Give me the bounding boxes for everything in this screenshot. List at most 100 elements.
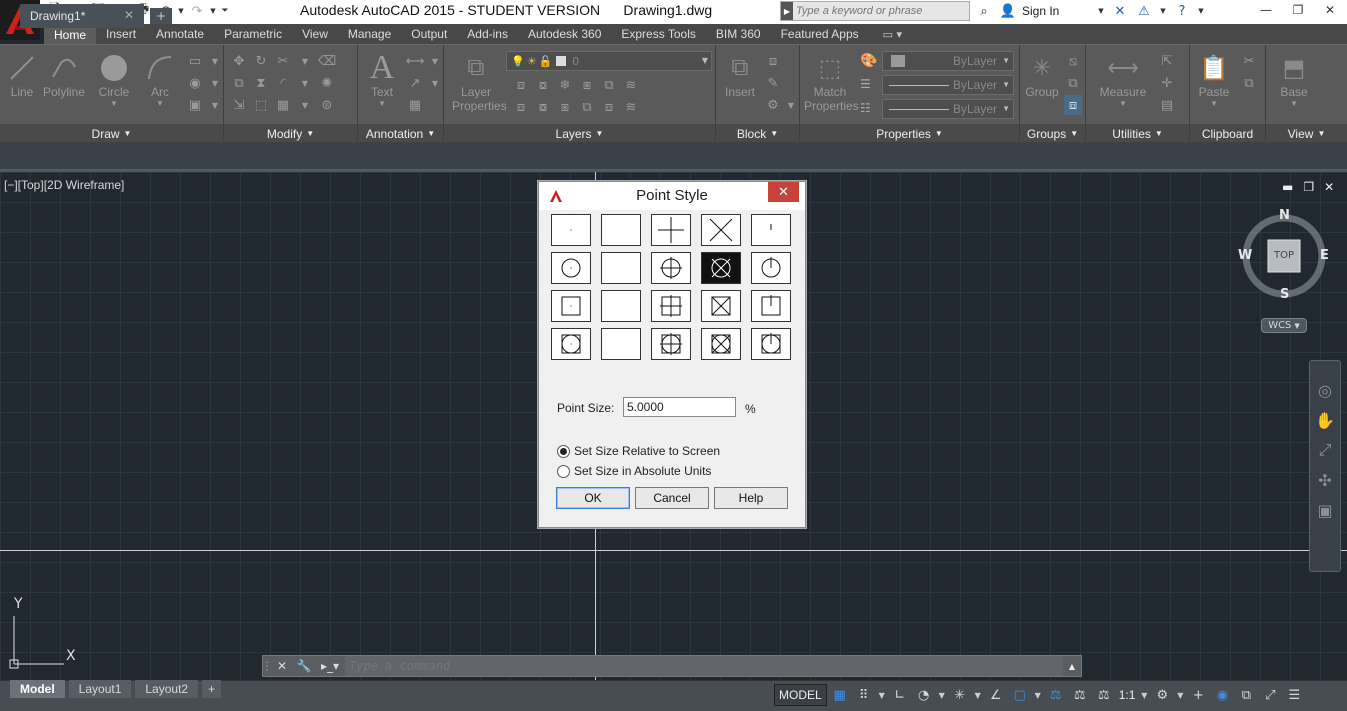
search-expand-icon[interactable]: ▶ xyxy=(781,2,793,20)
clipboard-panel-label[interactable]: Clipboard xyxy=(1190,124,1265,143)
layer-dropdown[interactable]: 💡 ☀ 🔓 0 ▼ xyxy=(506,51,712,71)
array-dropdown-icon[interactable]: ▼ xyxy=(296,95,314,115)
view-panel-label[interactable]: View ▼ xyxy=(1266,124,1347,143)
clean-screen-icon[interactable]: ⤢ xyxy=(1259,684,1281,706)
annotation-visibility-icon[interactable]: ⚖ xyxy=(1045,684,1067,706)
close-icon[interactable]: ✕ xyxy=(1314,0,1346,20)
point-style-plus[interactable] xyxy=(651,214,691,246)
polar-tracking-icon[interactable]: ◔ xyxy=(913,684,935,706)
point-style-none[interactable] xyxy=(601,214,641,246)
ungroup-icon[interactable]: ⧅ xyxy=(1064,51,1082,71)
layer-properties-tool[interactable]: ⧉ Layer Properties xyxy=(452,51,507,113)
help-dropdown-icon[interactable]: ▼ xyxy=(1196,1,1206,21)
layer-off-icon[interactable]: ⧈ xyxy=(512,75,530,95)
linetype-dropdown[interactable]: ByLayer ▼ xyxy=(882,75,1014,95)
point-style-x[interactable] xyxy=(701,214,741,246)
point-size-input[interactable] xyxy=(623,397,736,417)
erase-icon[interactable]: ⌫ xyxy=(318,51,336,71)
customization-menu-icon[interactable]: ☰ xyxy=(1283,684,1305,706)
point-style-circsq-dot[interactable] xyxy=(551,328,591,360)
draw-panel-label[interactable]: Draw ▼ xyxy=(0,124,223,143)
compass-west[interactable]: W xyxy=(1238,248,1252,263)
grid-icon[interactable]: ▦ xyxy=(829,684,851,706)
snap-dropdown-icon[interactable]: ▼ xyxy=(877,691,887,700)
isolate-objects-icon[interactable]: ⧉ xyxy=(1235,684,1257,706)
point-style-square-x[interactable] xyxy=(701,290,741,322)
redo-icon[interactable]: ↷ xyxy=(186,1,208,21)
measure-tool[interactable]: ⟷ Measure ▼ xyxy=(1094,51,1152,108)
trim-icon[interactable]: ✂ xyxy=(274,51,292,71)
point-style-circsq[interactable] xyxy=(601,328,641,360)
tab-bim-360[interactable]: BIM 360 xyxy=(706,24,771,44)
point-style-square-tick[interactable] xyxy=(751,290,791,322)
sign-in-button[interactable]: Sign In xyxy=(1022,4,1092,18)
auto-scale-icon[interactable]: ⚖ xyxy=(1069,684,1091,706)
compass-east[interactable]: E xyxy=(1320,248,1329,263)
dialog-close-icon[interactable]: ✕ xyxy=(768,182,799,202)
cancel-button[interactable]: Cancel xyxy=(635,487,709,509)
new-layout-button[interactable]: + xyxy=(202,680,222,698)
grip-handle-icon[interactable]: ⋮ xyxy=(261,656,273,676)
viewport-controls[interactable]: [−][Top][2D Wireframe] xyxy=(4,178,124,192)
paste-dropdown-icon[interactable]: ▼ xyxy=(1192,99,1236,108)
utilities-panel-label[interactable]: Utilities ▼ xyxy=(1086,124,1189,143)
workspace-gear-icon[interactable]: ⚙ xyxy=(1151,684,1173,706)
group-edit-icon[interactable]: ⧉ xyxy=(1064,73,1082,93)
tab-parametric[interactable]: Parametric xyxy=(214,24,292,44)
steering-wheel-icon[interactable]: ◎ xyxy=(1310,375,1340,405)
user-icon[interactable]: 👤 xyxy=(998,1,1018,21)
polar-dropdown-icon[interactable]: ▼ xyxy=(937,691,947,700)
base-tool[interactable]: ⬒ Base ▼ xyxy=(1272,51,1316,109)
command-history-icon[interactable]: ▲ xyxy=(1063,662,1081,671)
tab-manage[interactable]: Manage xyxy=(338,24,401,44)
stretch-icon[interactable]: ⇲ xyxy=(230,95,248,115)
help-button[interactable]: Help xyxy=(714,487,788,509)
arc-dropdown-icon[interactable]: ▼ xyxy=(138,99,182,108)
ortho-icon[interactable]: ∟ xyxy=(889,684,911,706)
wcs-menu-button[interactable]: WCS ▼ xyxy=(1261,318,1307,333)
command-close-icon[interactable]: ✕ xyxy=(271,656,293,676)
layer-thaw-icon[interactable]: ⧇ xyxy=(534,97,552,117)
fillet-icon[interactable]: ◜ xyxy=(274,73,292,93)
hatch-icon[interactable]: ◉ xyxy=(186,73,204,93)
zoom-extents-icon[interactable]: ⤢ xyxy=(1310,435,1340,465)
rectangle-dropdown-icon[interactable]: ▼ xyxy=(206,51,224,71)
edit-attributes-dropdown-icon[interactable]: ▼ xyxy=(782,95,800,115)
group-selection-icon[interactable]: ⧈ xyxy=(1064,95,1082,115)
gradient-icon[interactable]: ▣ xyxy=(186,95,204,115)
point-style-square[interactable] xyxy=(601,290,641,322)
viewport-restore-icon[interactable]: ❐ xyxy=(1303,180,1314,194)
layer-lock-icon[interactable]: ⧆ xyxy=(578,75,596,95)
isodraft-dropdown-icon[interactable]: ▼ xyxy=(973,691,983,700)
modify-panel-label[interactable]: Modify ▼ xyxy=(224,124,357,143)
ok-button[interactable]: OK xyxy=(556,487,630,509)
tab-view[interactable]: View xyxy=(292,24,338,44)
showmotion-icon[interactable]: ▣ xyxy=(1310,495,1340,525)
viewport-minimize-icon[interactable]: ▬ xyxy=(1282,180,1293,194)
group-tool[interactable]: ✳ Group xyxy=(1020,51,1064,99)
tab-featured-apps[interactable]: Featured Apps xyxy=(771,24,869,44)
copy-clip-icon[interactable]: ⧉ xyxy=(1240,73,1258,93)
match-properties-tool[interactable]: ⬚ Match Properties xyxy=(804,51,859,114)
tab-model[interactable]: Model xyxy=(10,680,65,698)
annotation-scale-value[interactable]: 1:1 xyxy=(1117,688,1138,702)
layer-delete-icon[interactable]: ≋ xyxy=(622,97,640,117)
help-icon[interactable]: ? xyxy=(1172,1,1192,21)
rotate-icon[interactable]: ↻ xyxy=(252,51,270,71)
annotation-scale-icon[interactable]: ⚖ xyxy=(1093,684,1115,706)
tab-add-ins[interactable]: Add-ins xyxy=(457,24,518,44)
point-style-square-dot[interactable] xyxy=(551,290,591,322)
properties-panel-label[interactable]: Properties ▼ xyxy=(800,124,1019,143)
edit-attributes-icon[interactable]: ⚙ xyxy=(764,95,782,115)
lineweight-dropdown[interactable]: ByLayer ▼ xyxy=(882,99,1014,119)
stay-connected-icon[interactable]: ⚠ xyxy=(1134,1,1154,21)
layer-merge-icon[interactable]: ⧈ xyxy=(600,97,618,117)
layer-walk-icon[interactable]: ⧉ xyxy=(578,97,596,117)
command-input[interactable] xyxy=(345,656,1063,676)
undo-dropdown-icon[interactable]: ▼ xyxy=(176,1,186,21)
layer-current-icon[interactable]: ≋ xyxy=(622,75,640,95)
circle-tool[interactable]: Circle ▼ xyxy=(92,51,136,108)
hatch-dropdown-icon[interactable]: ▼ xyxy=(206,73,224,93)
groups-panel-label[interactable]: Groups ▼ xyxy=(1020,124,1085,143)
offset-icon[interactable]: ⊜ xyxy=(318,95,336,115)
